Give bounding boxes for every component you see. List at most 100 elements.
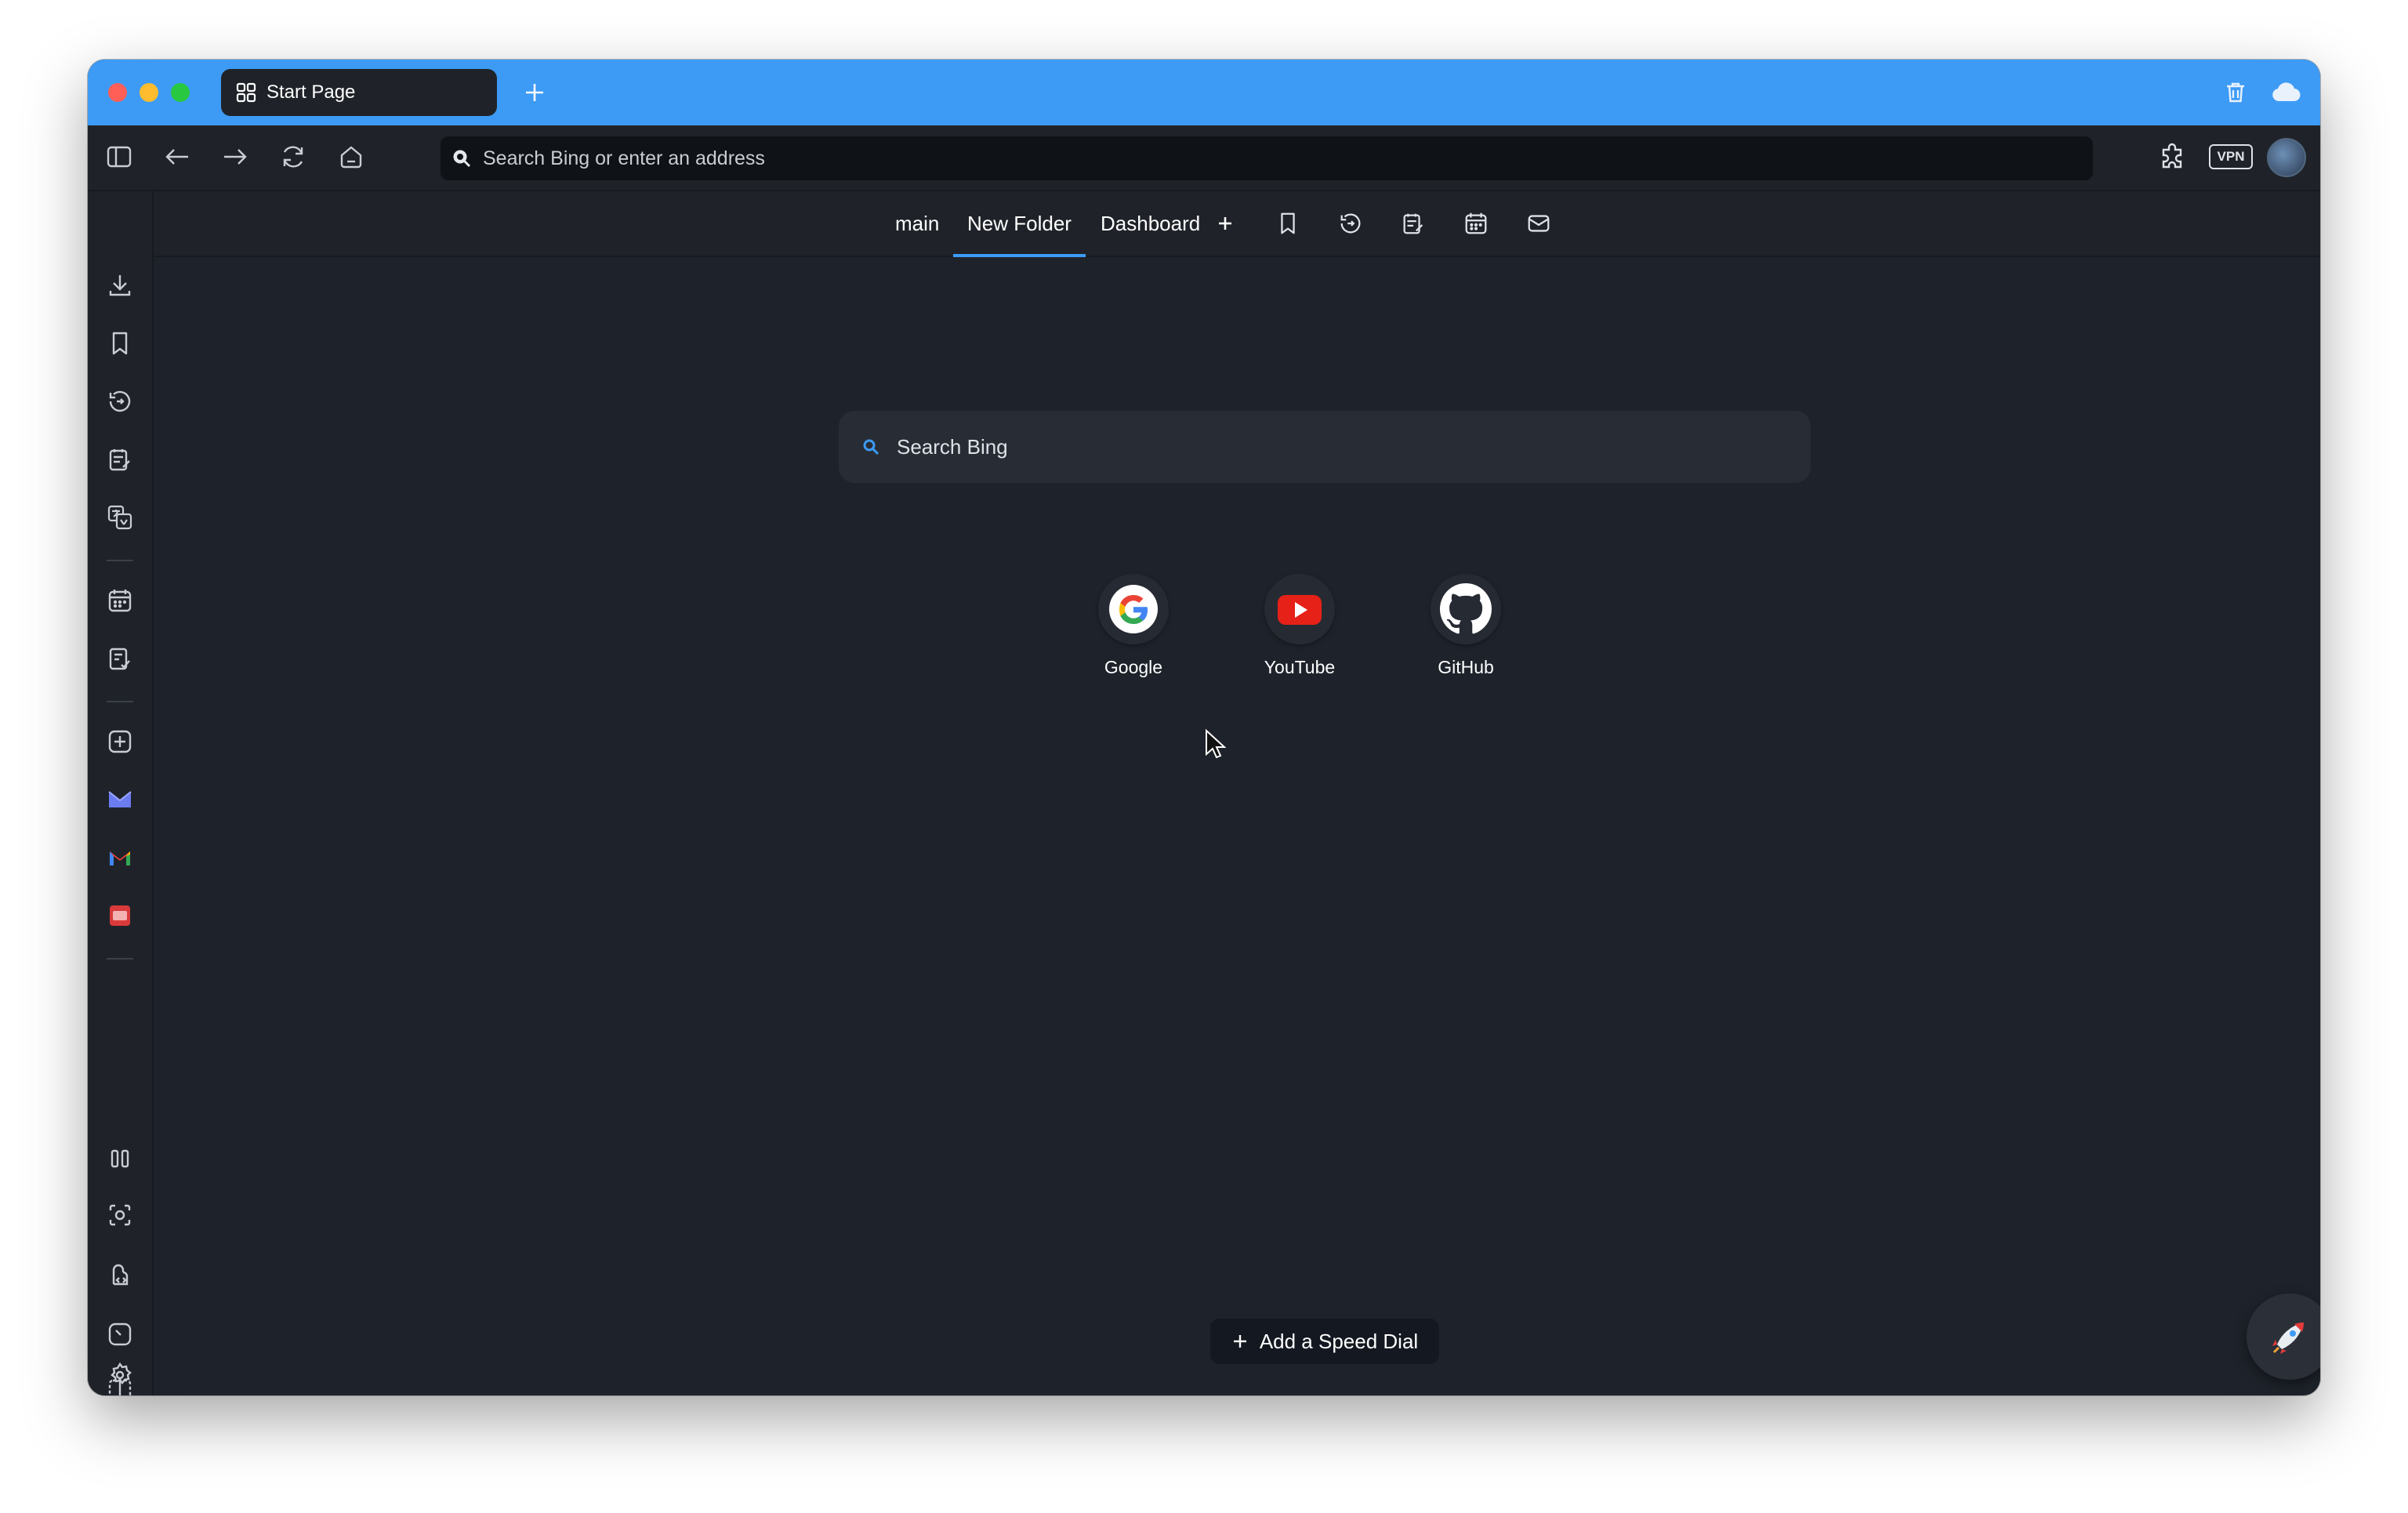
assistant-button[interactable] xyxy=(2247,1293,2320,1380)
bookmarks-icon xyxy=(112,332,128,355)
start-calendar-button[interactable] xyxy=(1460,207,1492,240)
profile-avatar[interactable] xyxy=(2267,138,2306,177)
clock-icon xyxy=(108,1323,132,1346)
tasks-panel-button[interactable] xyxy=(103,641,137,676)
mail-icon xyxy=(1528,215,1550,232)
sidebar-toggle-icon xyxy=(107,146,132,168)
start-bookmarks-button[interactable] xyxy=(1271,207,1304,240)
tab-title: Start Page xyxy=(267,82,356,103)
tab-new-folder[interactable]: New Folder xyxy=(953,191,1086,257)
speed-dial-label: GitHub xyxy=(1438,657,1494,677)
downloads-panel-button[interactable] xyxy=(103,268,137,303)
tab-start-page[interactable]: Start Page xyxy=(221,69,497,116)
tiling-button[interactable] xyxy=(103,1141,137,1176)
mouse-cursor xyxy=(1204,728,1227,764)
rocket-icon xyxy=(2272,1323,2304,1354)
start-page-tabs: main New Folder Dashboard xyxy=(154,191,2320,257)
add-icon xyxy=(1219,217,1231,230)
tab-main[interactable]: main xyxy=(895,191,939,256)
github-tile[interactable] xyxy=(1431,574,1501,644)
notes-icon xyxy=(1403,213,1423,234)
youtube-logo xyxy=(1278,595,1322,625)
back-button[interactable] xyxy=(160,140,194,174)
calendar-panel-button[interactable] xyxy=(103,583,137,618)
add-speed-dial-button[interactable]: Add a Speed Dial xyxy=(1210,1319,1439,1364)
sidebar-divider xyxy=(107,560,133,561)
browser-window: Start Page Search Bing or enter an addre… xyxy=(88,60,2320,1395)
new-tab-button[interactable] xyxy=(517,75,552,110)
sidebar-divider xyxy=(107,701,133,702)
clock-button[interactable] xyxy=(103,1317,137,1352)
history-panel-button[interactable] xyxy=(103,384,137,419)
zoom-window-button[interactable] xyxy=(171,83,190,102)
mail-app-panel[interactable] xyxy=(103,782,137,817)
start-history-button[interactable] xyxy=(1334,207,1367,240)
settings-button[interactable] xyxy=(103,1358,137,1392)
cursor-arrow-icon xyxy=(1206,728,1227,759)
address-toolbar: VPN xyxy=(88,125,2320,191)
speed-dial-github[interactable]: GitHub xyxy=(1403,574,1529,678)
speed-dial-label: YouTube xyxy=(1264,657,1336,677)
youtube-tile[interactable] xyxy=(1264,574,1335,644)
bookmarks-panel-button[interactable] xyxy=(103,326,137,361)
calendar-icon xyxy=(1465,212,1487,234)
start-search-input[interactable] xyxy=(895,434,1761,460)
start-notes-button[interactable] xyxy=(1397,207,1430,240)
tab-dashboard[interactable]: Dashboard xyxy=(1101,191,1200,256)
extensions-button[interactable] xyxy=(2156,140,2190,174)
trash-button[interactable] xyxy=(2218,75,2253,110)
address-bar[interactable] xyxy=(441,136,2093,180)
sync-icon xyxy=(112,1264,129,1286)
panel-sidebar xyxy=(88,191,154,1395)
address-input[interactable] xyxy=(481,146,1974,171)
speed-dial-google[interactable]: Google xyxy=(1071,574,1196,678)
start-mail-button[interactable] xyxy=(1522,207,1555,240)
sync-cloud-button[interactable] xyxy=(2268,75,2303,110)
sidebar-divider xyxy=(107,958,133,960)
start-page: main New Folder Dashboard Search Bing Go… xyxy=(154,191,2320,1395)
capture-button[interactable] xyxy=(103,1198,137,1232)
google-logo xyxy=(1109,585,1158,633)
reload-icon xyxy=(283,146,303,168)
capture-icon xyxy=(109,1204,131,1226)
sync-button[interactable] xyxy=(103,1257,137,1292)
google-tile[interactable] xyxy=(1098,574,1169,644)
sidebar-toggle-button[interactable] xyxy=(102,140,136,174)
history-icon xyxy=(1340,213,1361,234)
notes-panel-button[interactable] xyxy=(103,442,137,477)
search-icon xyxy=(453,150,471,168)
add-group-button[interactable] xyxy=(1209,207,1242,240)
translate-panel-button[interactable] xyxy=(103,500,137,535)
extensions-icon xyxy=(2162,143,2182,169)
translate-icon xyxy=(107,505,132,530)
github-logo xyxy=(1440,583,1492,634)
add-web-panel-icon xyxy=(108,730,132,753)
bookmark-icon xyxy=(1281,212,1295,234)
speed-dial-label: Google xyxy=(1104,657,1163,677)
minimize-window-button[interactable] xyxy=(140,83,158,102)
add-web-panel-button[interactable] xyxy=(103,724,137,759)
home-icon xyxy=(340,146,362,169)
reload-button[interactable] xyxy=(276,140,310,174)
forward-button[interactable] xyxy=(218,140,252,174)
plus-icon xyxy=(1233,1335,1246,1348)
history-icon xyxy=(109,390,131,412)
search-icon xyxy=(863,439,879,455)
home-button[interactable] xyxy=(334,140,368,174)
forward-icon xyxy=(224,149,247,165)
cloud-icon xyxy=(2272,82,2301,102)
plus-icon xyxy=(526,84,543,101)
grid-icon xyxy=(235,82,257,103)
trash-icon xyxy=(2227,82,2244,103)
notes-icon xyxy=(109,449,130,471)
gmail-icon xyxy=(110,851,130,865)
vpn-badge[interactable]: VPN xyxy=(2209,144,2253,169)
start-search-box[interactable] xyxy=(839,411,1811,483)
calendar-app-icon xyxy=(110,905,130,926)
gmail-panel[interactable] xyxy=(103,840,137,875)
close-window-button[interactable] xyxy=(108,83,127,102)
tiling-icon xyxy=(111,1149,129,1168)
calendar-app-panel[interactable] xyxy=(103,898,137,933)
back-icon xyxy=(165,149,188,165)
speed-dial-youtube[interactable]: YouTube xyxy=(1237,574,1362,678)
